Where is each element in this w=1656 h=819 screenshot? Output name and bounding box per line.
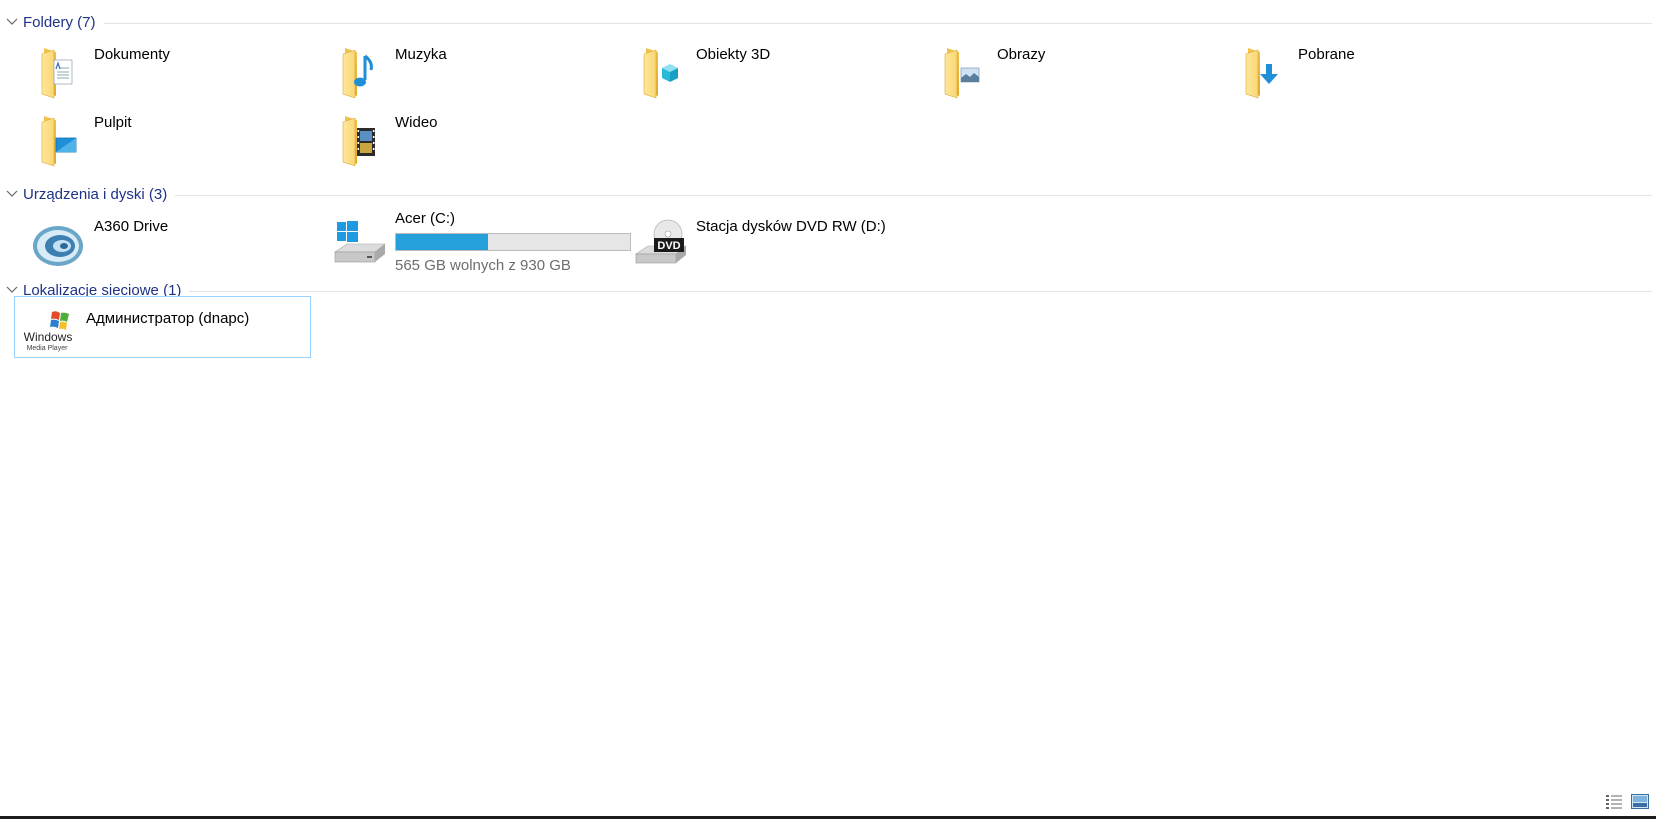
folder-item-obrazy[interactable]: Obrazy (917, 38, 1227, 102)
large-icons-view-icon (1631, 794, 1649, 809)
dvd-drive-icon: DVD (632, 216, 688, 272)
disk-usage-fill (396, 234, 488, 250)
music-folder-icon (331, 44, 387, 100)
device-item-dvd-drive[interactable]: DVD Stacja dysków DVD RW (D:) (616, 210, 926, 274)
network-location-label: Администратор (dnapc) (86, 310, 250, 327)
device-item-acer-c[interactable]: Acer (C:) 565 GB wolnych z 930 GB (315, 210, 631, 274)
details-view-icon (1606, 795, 1622, 809)
device-label: Stacja dysków DVD RW (D:) (696, 218, 886, 235)
group-header-folders[interactable]: Foldery (7) (0, 10, 1652, 34)
folder-item-obiekty-3d[interactable]: Obiekty 3D (616, 38, 926, 102)
group-header-devices[interactable]: Urządzenia i dyski (3) (0, 182, 1652, 206)
3d-objects-folder-icon (632, 44, 688, 100)
folder-label: Dokumenty (94, 46, 170, 63)
downloads-folder-icon (1234, 44, 1290, 100)
windows-drive-icon (331, 216, 387, 272)
wmp-logo-subtext: Media Player (27, 345, 69, 352)
folder-label: Obiekty 3D (696, 46, 771, 63)
folder-item-dokumenty[interactable]: Dokumenty (14, 38, 324, 102)
folder-label: Muzyka (395, 46, 447, 63)
videos-folder-icon (331, 112, 387, 168)
group-divider (189, 290, 1652, 292)
wmp-logo-text: Windows (24, 330, 72, 344)
chevron-down-icon[interactable] (5, 283, 19, 297)
folder-label: Pulpit (94, 114, 132, 131)
folder-label: Obrazy (997, 46, 1046, 63)
folder-item-pulpit[interactable]: Pulpit (14, 106, 324, 170)
network-item-administrator[interactable]: Windows Media Player Администратор (dnap… (14, 296, 311, 358)
folder-item-muzyka[interactable]: Muzyka (315, 38, 625, 102)
details-view-button[interactable] (1604, 793, 1624, 810)
dvd-badge: DVD (657, 240, 680, 252)
folder-item-pobrane[interactable]: Pobrane (1218, 38, 1528, 102)
device-label: A360 Drive (94, 218, 169, 235)
device-label: Acer (C:) (395, 210, 455, 227)
windows-media-player-icon: Windows Media Player (24, 306, 80, 362)
folder-item-wideo[interactable]: Wideo (315, 106, 625, 170)
large-icons-view-button[interactable] (1630, 793, 1650, 810)
group-title: Urządzenia i dyski (3) (23, 185, 168, 203)
a360-drive-icon (30, 216, 86, 272)
group-title: Foldery (7) (23, 13, 96, 31)
folder-label: Wideo (395, 114, 438, 131)
documents-folder-icon (30, 44, 86, 100)
chevron-down-icon[interactable] (5, 187, 19, 201)
group-divider (175, 194, 1652, 196)
desktop-folder-icon (30, 112, 86, 168)
group-divider (103, 22, 1652, 24)
folder-label: Pobrane (1298, 46, 1355, 63)
disk-free-space: 565 GB wolnych z 930 GB (395, 257, 571, 274)
pictures-folder-icon (933, 44, 989, 100)
disk-usage-bar (395, 233, 631, 251)
chevron-down-icon[interactable] (5, 15, 19, 29)
device-item-a360-drive[interactable]: A360 Drive (14, 210, 324, 274)
